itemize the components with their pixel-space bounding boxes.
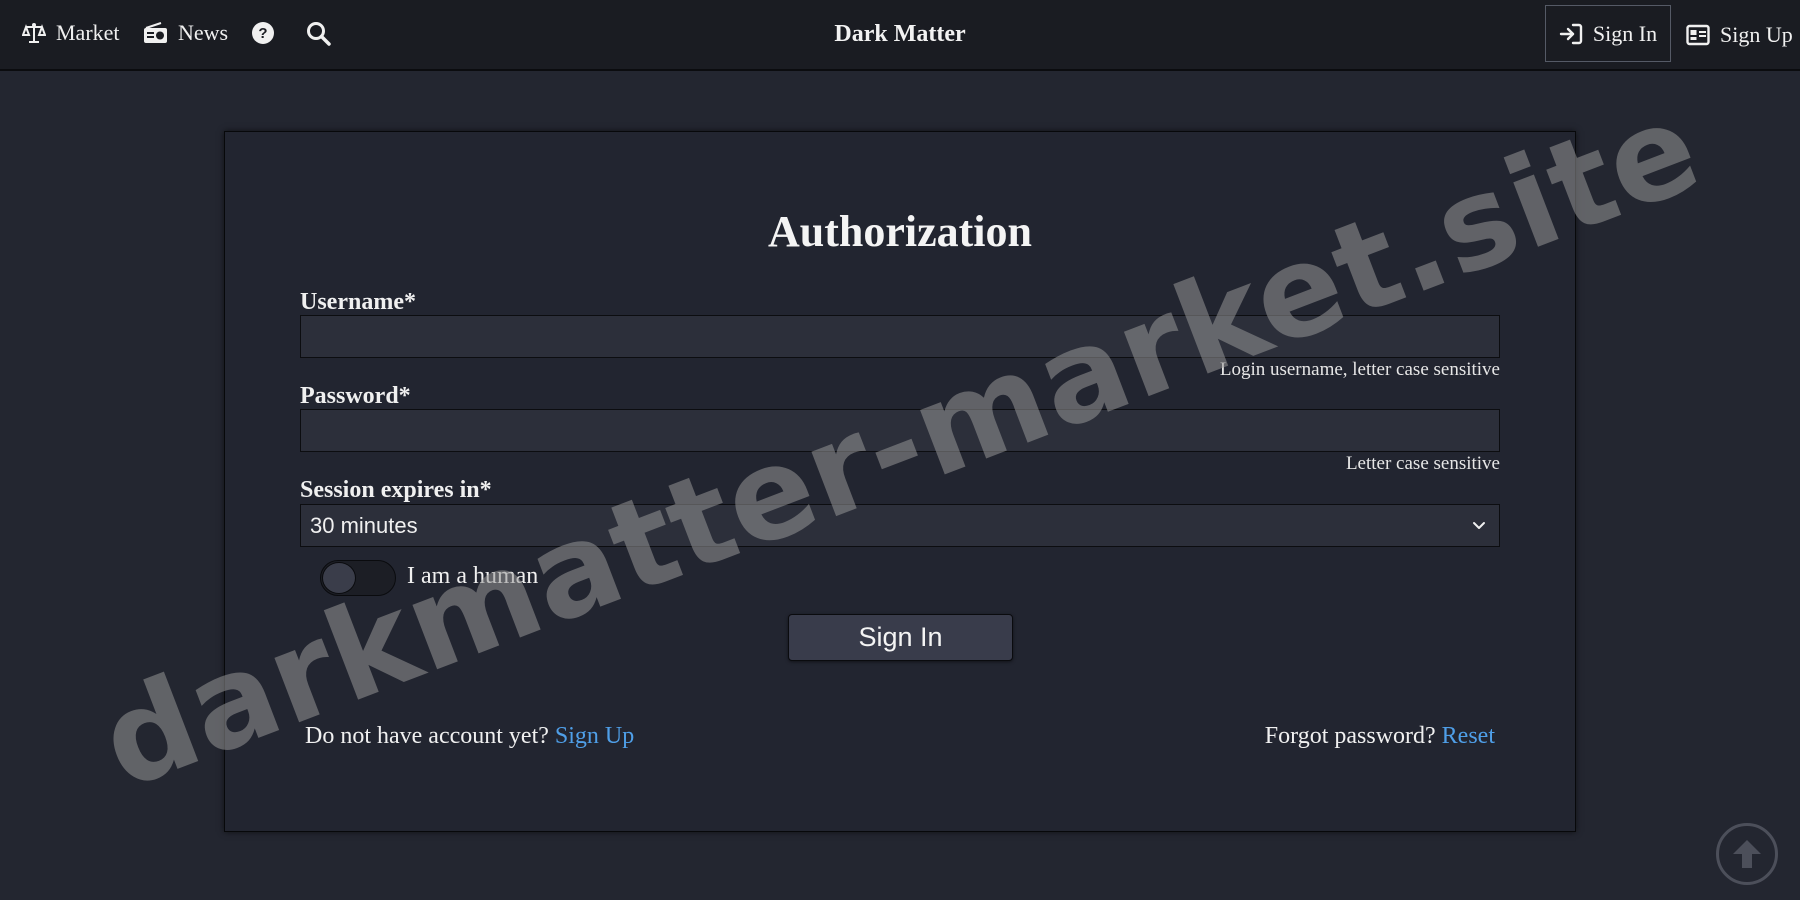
toggle-knob	[322, 562, 356, 594]
chevron-down-icon	[1473, 522, 1485, 529]
nav-signup[interactable]: Sign Up	[1686, 0, 1793, 70]
forgot-text: Forgot password?	[1264, 723, 1436, 749]
session-select[interactable]: 30 minutes	[300, 504, 1500, 547]
no-account-text: Do not have account yet?	[305, 723, 549, 749]
nav-signup-label: Sign Up	[1720, 22, 1793, 47]
reset-prompt: Forgot password? Reset	[1265, 723, 1495, 750]
nav-market[interactable]: Market	[22, 0, 120, 66]
password-hint: Letter case sensitive	[1345, 453, 1500, 474]
svg-text:?: ?	[258, 25, 267, 42]
password-label: Password*	[300, 383, 411, 409]
scale-balance-icon	[22, 23, 46, 43]
username-hint: Login username, letter case sensitive	[1219, 359, 1500, 380]
human-toggle-label: I am a human	[407, 563, 539, 589]
username-label: Username*	[300, 289, 416, 315]
id-card-icon	[1686, 24, 1710, 46]
session-selected-value: 30 minutes	[310, 512, 418, 538]
nav-market-label: Market	[56, 20, 120, 45]
arrow-up-circle-icon	[1733, 840, 1761, 868]
search-icon	[307, 21, 331, 46]
username-field[interactable]	[300, 315, 1500, 358]
nav-news[interactable]: News	[143, 0, 228, 66]
radio-icon	[144, 22, 167, 43]
signup-link[interactable]: Sign Up	[555, 723, 634, 749]
nav-signin-label: Sign In	[1592, 20, 1658, 46]
password-field[interactable]	[300, 409, 1500, 452]
sign-in-arrow-icon	[1559, 23, 1583, 44]
question-circle-icon: ?	[252, 22, 274, 44]
human-toggle[interactable]	[320, 560, 396, 596]
nav-search[interactable]	[306, 0, 331, 66]
signup-prompt: Do not have account yet? Sign Up	[305, 723, 634, 750]
page-title: Authorization	[768, 207, 1032, 256]
nav-help[interactable]: ?	[251, 0, 275, 66]
scroll-top-button[interactable]	[1716, 823, 1778, 885]
reset-link[interactable]: Reset	[1442, 723, 1495, 749]
signin-submit-button[interactable]: Sign In	[788, 614, 1013, 661]
nav-signin[interactable]: Sign In	[1545, 5, 1671, 62]
top-navbar: Dark Matter Market News ? Sign In Sign U…	[0, 0, 1800, 71]
session-label: Session expires in*	[300, 477, 492, 503]
nav-news-label: News	[178, 20, 229, 45]
